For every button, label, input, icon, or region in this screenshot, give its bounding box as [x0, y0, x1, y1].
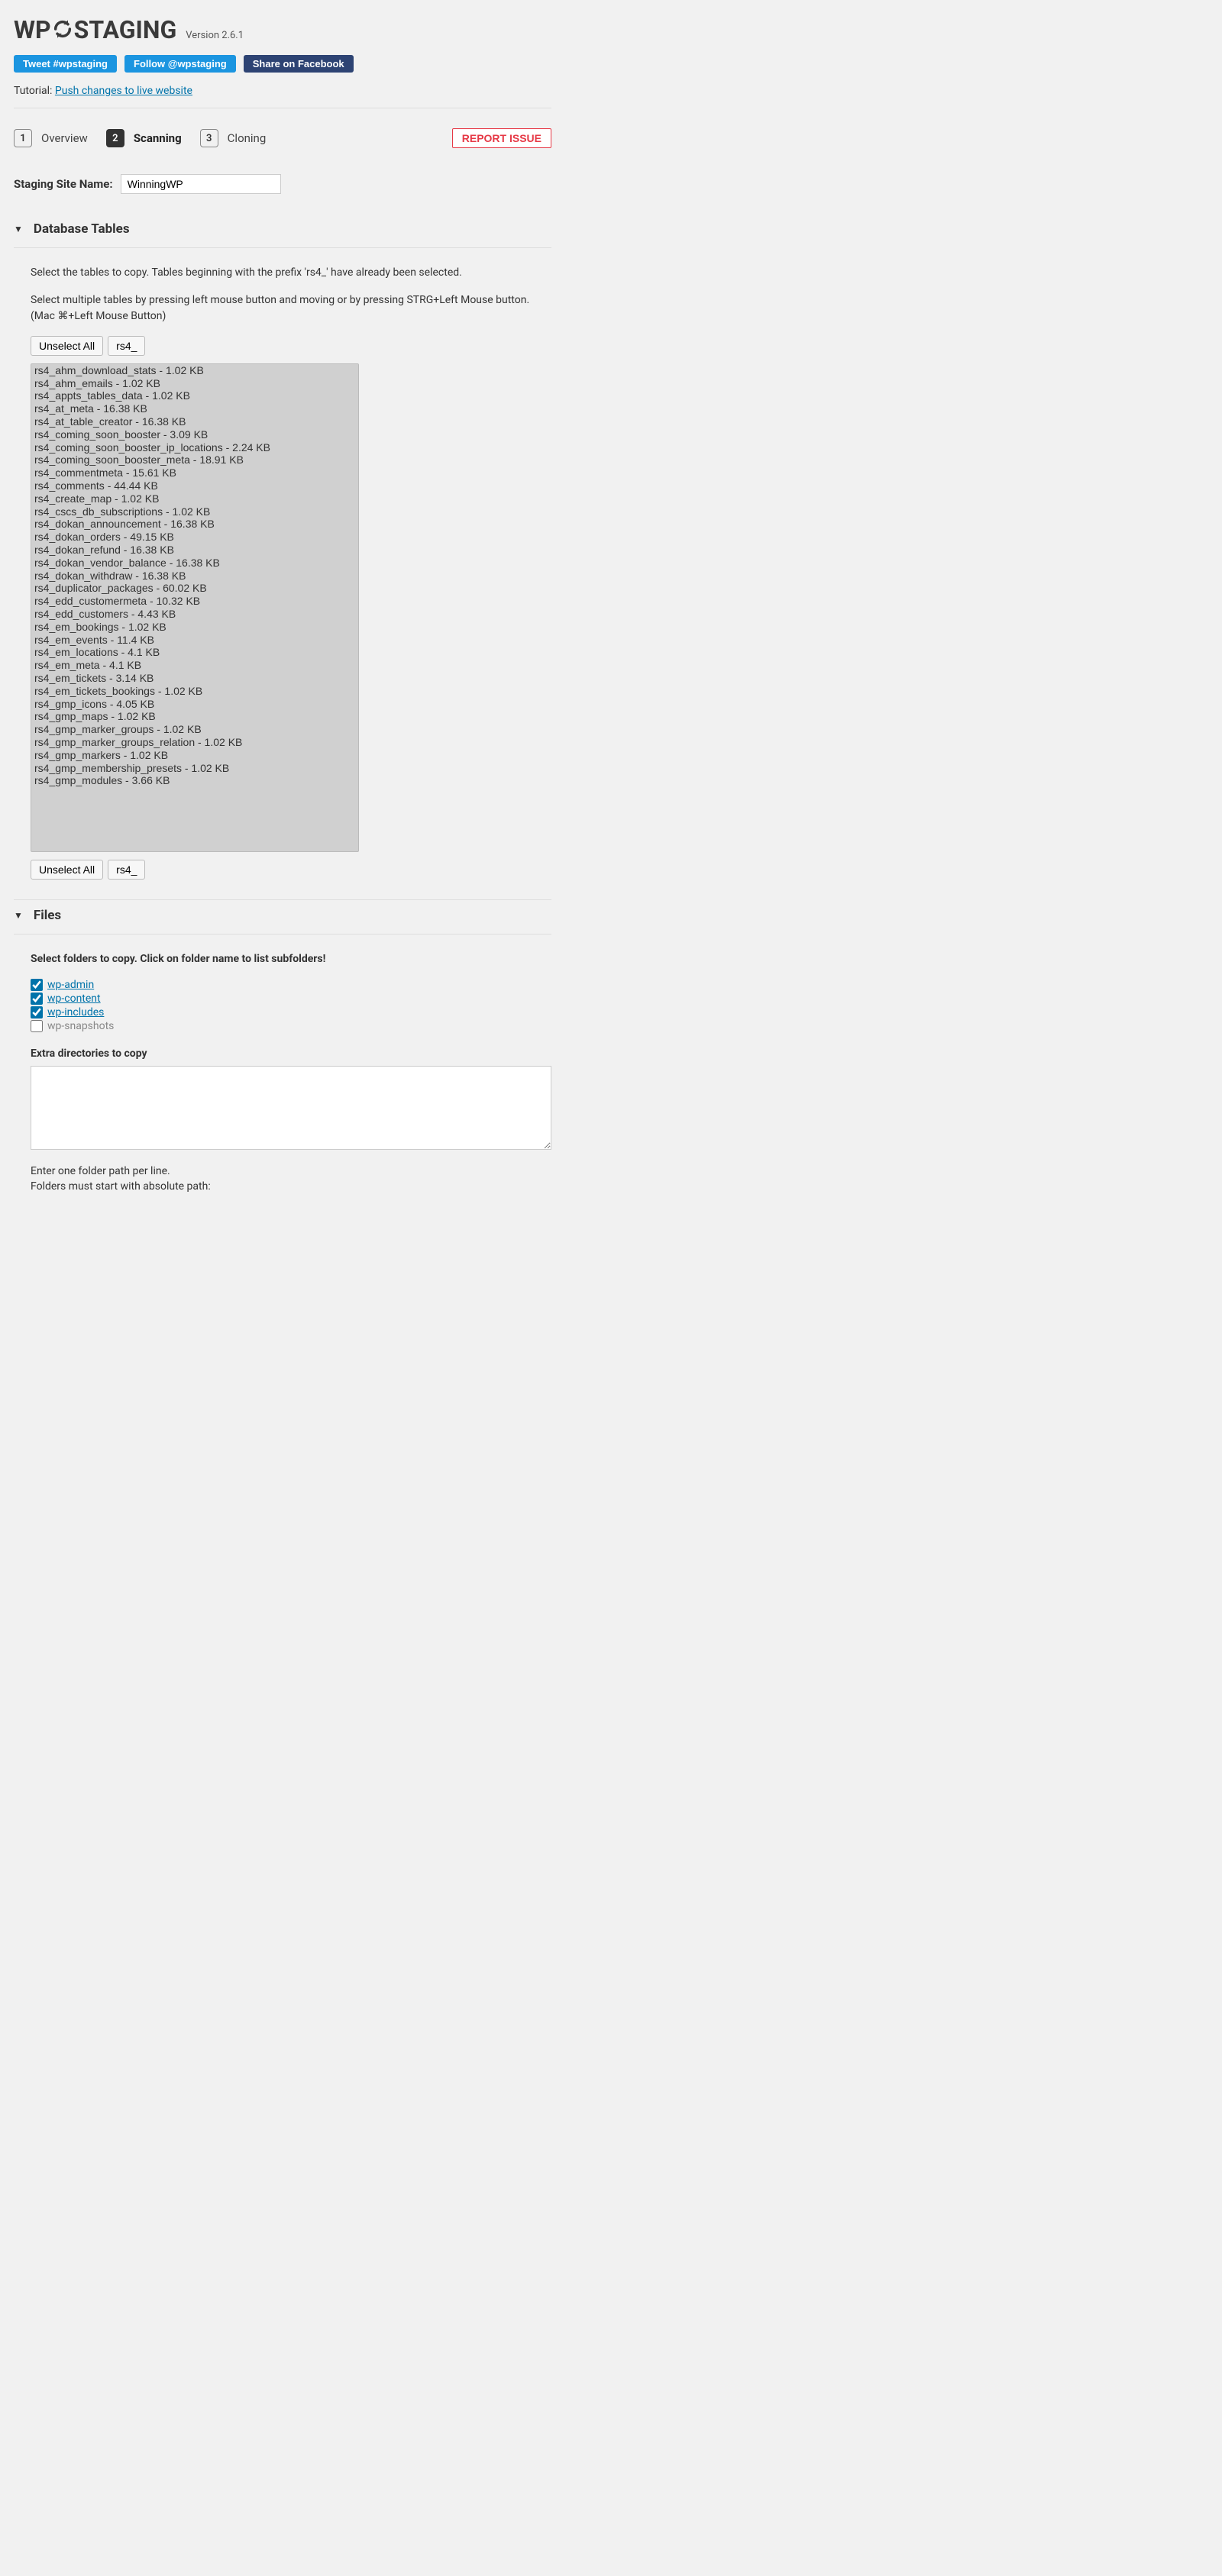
tutorial-link[interactable]: Push changes to live website — [55, 85, 192, 97]
logo: WP STAGING — [14, 15, 176, 44]
files-desc: Select folders to copy. Click on folder … — [31, 951, 551, 967]
files-section-title: Files — [34, 908, 61, 923]
table-option[interactable]: rs4_em_events - 11.4 KB — [31, 634, 358, 647]
chevron-down-icon: ▼ — [14, 224, 23, 234]
table-option[interactable]: rs4_coming_soon_booster - 3.09 KB — [31, 428, 358, 441]
extra-dirs-label: Extra directories to copy — [31, 1048, 551, 1060]
table-option[interactable]: rs4_em_meta - 4.1 KB — [31, 659, 358, 672]
files-section-toggle[interactable]: ▼ Files — [14, 900, 551, 935]
table-option[interactable]: rs4_at_meta - 16.38 KB — [31, 402, 358, 415]
folder-row: wp-includes — [31, 1006, 551, 1018]
hint-line-2: Folders must start with absolute path: — [31, 1180, 211, 1193]
table-option[interactable]: rs4_at_table_creator - 16.38 KB — [31, 415, 358, 428]
folder-row: wp-snapshots — [31, 1020, 551, 1032]
folder-checkbox[interactable] — [31, 1020, 43, 1032]
db-desc-1: Select the tables to copy. Tables beginn… — [31, 265, 551, 280]
table-option[interactable]: rs4_coming_soon_booster_ip_locations - 2… — [31, 441, 358, 454]
table-option[interactable]: rs4_create_map - 1.02 KB — [31, 492, 358, 505]
folder-link[interactable]: wp-includes — [47, 1006, 104, 1018]
table-option[interactable]: rs4_ahm_download_stats - 1.02 KB — [31, 364, 358, 377]
table-option[interactable]: rs4_gmp_marker_groups - 1.02 KB — [31, 723, 358, 736]
folder-link[interactable]: wp-content — [47, 993, 101, 1005]
tables-select[interactable]: rs4_ahm_download_stats - 1.02 KBrs4_ahm_… — [31, 363, 359, 852]
folder-checkbox[interactable] — [31, 979, 43, 991]
refresh-icon — [52, 17, 73, 46]
hint-line-1: Enter one folder path per line. — [31, 1165, 170, 1177]
table-option[interactable]: rs4_em_tickets - 3.14 KB — [31, 672, 358, 685]
folder-link: wp-snapshots — [47, 1020, 114, 1032]
step-3-box[interactable]: 3 — [200, 129, 218, 147]
prefix-bottom-button[interactable]: rs4_ — [108, 860, 145, 880]
db-section-title: Database Tables — [34, 221, 130, 237]
tweet-button[interactable]: Tweet #wpstaging — [14, 55, 117, 73]
table-option[interactable]: rs4_gmp_icons - 4.05 KB — [31, 698, 358, 711]
chevron-down-icon: ▼ — [14, 910, 23, 921]
table-option[interactable]: rs4_ahm_emails - 1.02 KB — [31, 377, 358, 390]
report-issue-button[interactable]: REPORT ISSUE — [452, 128, 551, 148]
site-name-input[interactable] — [121, 174, 281, 194]
table-option[interactable]: rs4_gmp_marker_groups_relation - 1.02 KB — [31, 736, 358, 749]
folder-row: wp-content — [31, 993, 551, 1005]
version-text: Version 2.6.1 — [186, 30, 244, 41]
table-option[interactable]: rs4_gmp_membership_presets - 1.02 KB — [31, 762, 358, 775]
tutorial-line: Tutorial: Push changes to live website — [14, 85, 551, 97]
unselect-all-bottom-button[interactable]: Unselect All — [31, 860, 103, 880]
steps-row: 1 Overview 2 Scanning 3 Cloning REPORT I… — [14, 128, 551, 148]
step-2-label: Scanning — [134, 131, 182, 145]
table-option[interactable]: rs4_commentmeta - 15.61 KB — [31, 466, 358, 479]
site-name-label: Staging Site Name: — [14, 177, 113, 191]
table-option[interactable]: rs4_em_bookings - 1.02 KB — [31, 621, 358, 634]
table-option[interactable]: rs4_dokan_refund - 16.38 KB — [31, 544, 358, 557]
table-option[interactable]: rs4_appts_tables_data - 1.02 KB — [31, 389, 358, 402]
step-1-box[interactable]: 1 — [14, 129, 32, 147]
step-2-box[interactable]: 2 — [106, 129, 124, 147]
table-option[interactable]: rs4_cscs_db_subscriptions - 1.02 KB — [31, 505, 358, 518]
step-1-label: Overview — [41, 131, 88, 145]
folder-link[interactable]: wp-admin — [47, 979, 94, 991]
table-option[interactable]: rs4_edd_customers - 4.43 KB — [31, 608, 358, 621]
table-option[interactable]: rs4_coming_soon_booster_meta - 18.91 KB — [31, 454, 358, 466]
logo-pre: WP — [14, 15, 51, 44]
extra-dirs-textarea[interactable] — [31, 1066, 551, 1150]
table-option[interactable]: rs4_edd_customermeta - 10.32 KB — [31, 595, 358, 608]
table-option[interactable]: rs4_comments - 44.44 KB — [31, 479, 358, 492]
db-section-toggle[interactable]: ▼ Database Tables — [14, 214, 551, 248]
table-option[interactable]: rs4_dokan_vendor_balance - 16.38 KB — [31, 557, 358, 570]
table-option[interactable]: rs4_gmp_markers - 1.02 KB — [31, 749, 358, 762]
db-desc-2: Select multiple tables by pressing left … — [31, 292, 551, 324]
table-option[interactable]: rs4_em_locations - 4.1 KB — [31, 646, 358, 659]
table-option[interactable]: rs4_dokan_withdraw - 16.38 KB — [31, 570, 358, 583]
follow-button[interactable]: Follow @wpstaging — [124, 55, 236, 73]
table-option[interactable]: rs4_gmp_modules - 3.66 KB — [31, 774, 358, 787]
step-3-label: Cloning — [228, 131, 267, 145]
folder-row: wp-admin — [31, 979, 551, 991]
unselect-all-top-button[interactable]: Unselect All — [31, 336, 103, 356]
table-option[interactable]: rs4_dokan_orders - 49.15 KB — [31, 531, 358, 544]
extra-hint: Enter one folder path per line. Folders … — [31, 1164, 551, 1195]
table-option[interactable]: rs4_dokan_announcement - 16.38 KB — [31, 518, 358, 531]
tutorial-label: Tutorial: — [14, 85, 55, 97]
prefix-top-button[interactable]: rs4_ — [108, 336, 145, 356]
table-option[interactable]: rs4_duplicator_packages - 60.02 KB — [31, 582, 358, 595]
facebook-button[interactable]: Share on Facebook — [244, 55, 354, 73]
logo-post: STAGING — [74, 15, 177, 44]
folder-checkbox[interactable] — [31, 1006, 43, 1018]
table-option[interactable]: rs4_em_tickets_bookings - 1.02 KB — [31, 685, 358, 698]
folder-checkbox[interactable] — [31, 993, 43, 1005]
table-option[interactable]: rs4_gmp_maps - 1.02 KB — [31, 710, 358, 723]
